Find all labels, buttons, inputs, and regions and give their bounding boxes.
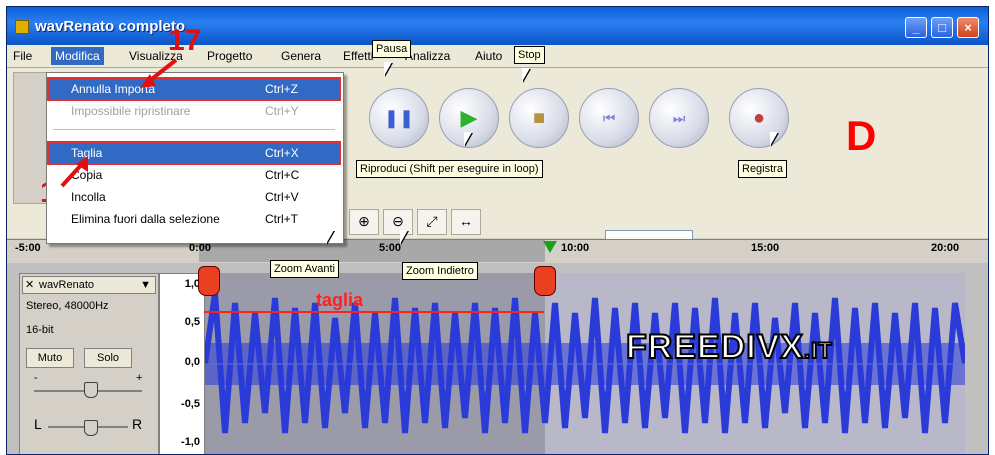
mouse-cursor: [326, 230, 334, 244]
logo-suffix: .IT: [803, 337, 833, 364]
tooltip-stop: Stop: [514, 46, 545, 64]
arrow-step-16: [60, 162, 84, 188]
taglia-annotation: taglia: [316, 290, 364, 310]
selection-start-hand-icon: [198, 266, 220, 296]
mouse-cursor: [770, 132, 778, 146]
tooltip-registra: Registra: [738, 160, 787, 178]
mouse-cursor: [400, 230, 408, 244]
tooltip-zoom-indietro: Zoom Indietro: [402, 262, 478, 280]
mouse-cursor: [464, 132, 472, 146]
annotation-arrows: [60, 58, 178, 188]
selection-end-hand-icon: [534, 266, 556, 296]
tooltip-zoom-avanti: Zoom Avanti: [270, 260, 339, 278]
mouse-cursor: [522, 68, 530, 82]
taglia-range-line: [204, 311, 544, 313]
mouse-cursor: [384, 62, 392, 76]
tooltip-pausa: Pausa: [372, 40, 412, 58]
freedivx-logo: FREEDIVX.IT: [625, 327, 833, 367]
logo-main: FREEDIVX: [625, 327, 805, 367]
tooltip-riproduci: Riproduci (Shift per eseguire in loop): [356, 160, 543, 178]
